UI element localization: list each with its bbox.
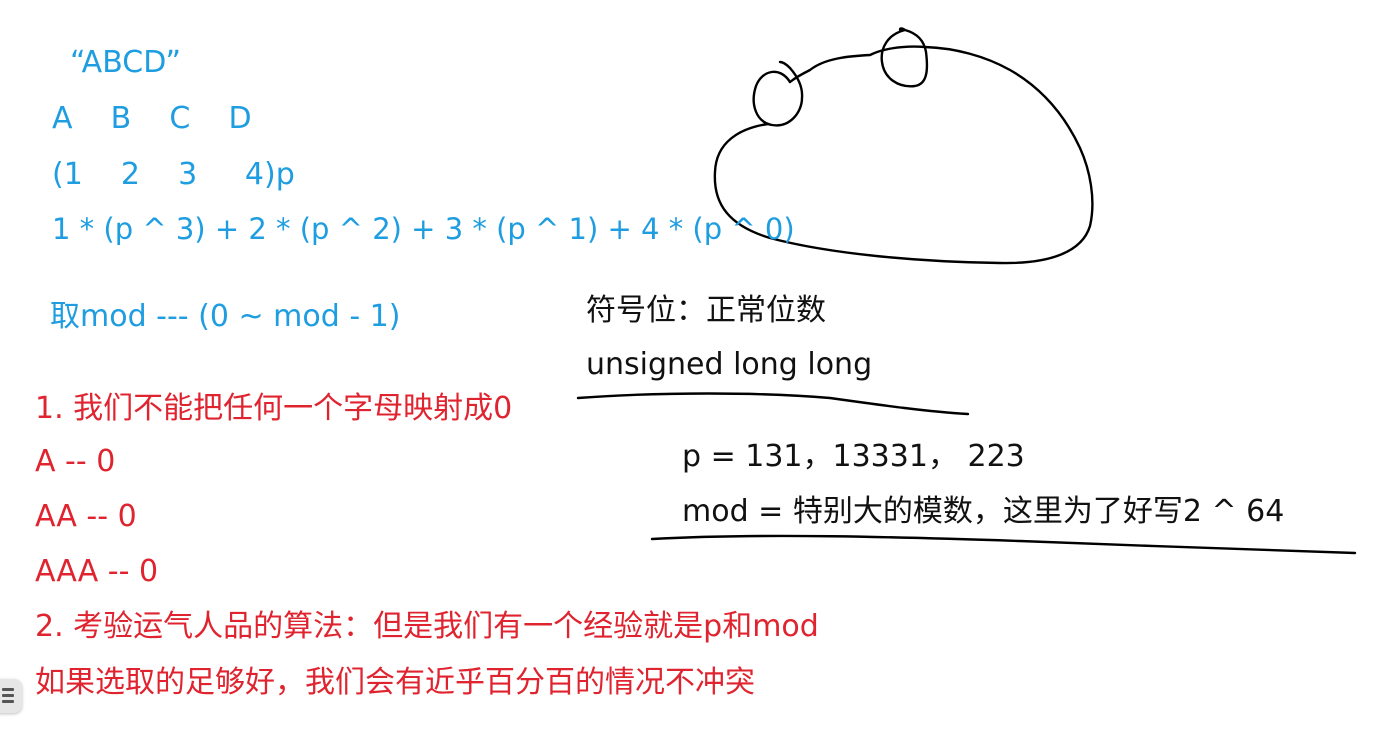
rule-2-continued: 如果选取的足够好，我们会有近乎百分百的情况不冲突	[35, 665, 755, 700]
mod-range: 取mod --- (0 ~ mod - 1)	[50, 299, 401, 334]
outline-toggle-button[interactable]	[0, 679, 22, 713]
underline-ull	[576, 392, 970, 416]
rule-1: 1. 我们不能把任何一个字母映射成0	[35, 391, 513, 426]
rule-2: 2. 考验运气人品的算法：但是我们有一个经验就是p和mod	[35, 609, 819, 644]
p-values-note: p = 131，13331， 223	[682, 439, 1025, 474]
underline-p-mod	[650, 534, 1357, 555]
example-a: A -- 0	[35, 444, 116, 479]
string-literal: “ABCD”	[70, 45, 182, 80]
mod-value-note: mod = 特别大的模数，这里为了好写2 ^ 64	[682, 494, 1285, 529]
example-aaa: AAA -- 0	[35, 554, 159, 589]
values-row: (1 2 3 4)p	[52, 157, 295, 192]
ull-note: unsigned long long	[586, 347, 873, 382]
cloud-ear-left	[752, 60, 804, 127]
sign-bit-note: 符号位：正常位数	[586, 293, 826, 328]
cloud-ear-right	[880, 27, 929, 88]
example-aa: AA -- 0	[35, 499, 137, 534]
hash-formula: 1 * (p ^ 3) + 2 * (p ^ 2) + 3 * (p ^ 1) …	[52, 212, 795, 246]
letters-row: A B C D	[52, 101, 252, 136]
